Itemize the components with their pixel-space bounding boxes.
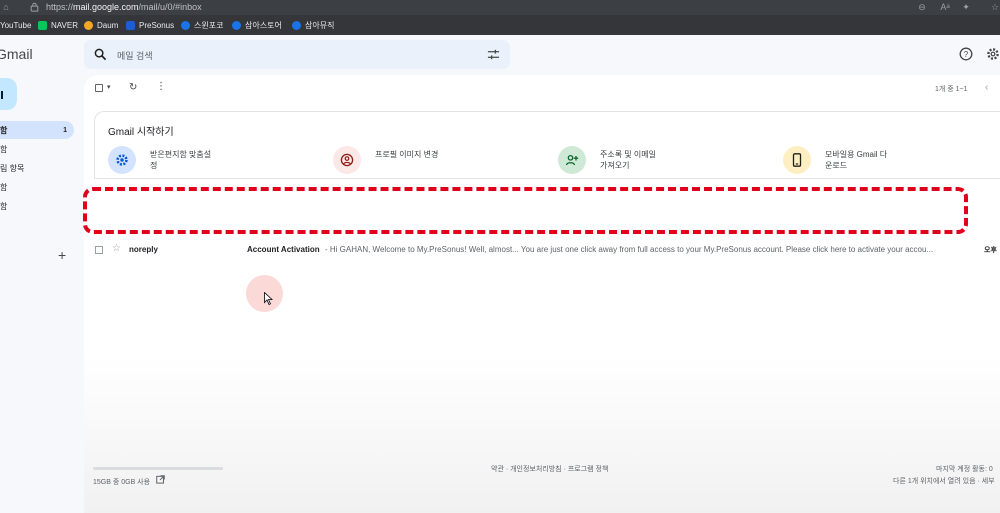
tile-icon-bg: [558, 146, 586, 174]
refresh-icon[interactable]: ↻: [129, 82, 137, 93]
email-snippet: - Hi GAHAN, Welcome to My.PreSonus! Well…: [325, 245, 934, 254]
bookmark-daum[interactable]: Daum: [84, 19, 118, 31]
naver-icon: [38, 20, 47, 30]
inbox-unread-count: 1: [63, 126, 67, 134]
bookmark-samah-store[interactable]: 삼아스토어: [232, 19, 282, 31]
search-icon[interactable]: [94, 48, 107, 61]
add-contact-icon: [565, 154, 579, 166]
bookmark-presonus[interactable]: PreSonus: [126, 19, 174, 31]
tile-label: 받은편지함 맞춤설 정: [150, 150, 212, 170]
reader-icon[interactable]: ⊖: [916, 1, 928, 13]
tile-icon-bg: [783, 146, 811, 174]
bookmarks-bar: YouTube NAVER Daum PreSonus 스윈포코 삼아스토어 삼…: [0, 15, 1000, 35]
search-input[interactable]: 메일 검색: [117, 49, 153, 62]
gmail-logo[interactable]: Gmail: [0, 46, 33, 62]
svg-text:?: ?: [964, 50, 969, 59]
tile-import-contacts[interactable]: 주소록 및 이메일 가져오기: [558, 146, 758, 176]
star-icon[interactable]: ☆: [112, 243, 121, 254]
open-locations-details[interactable]: 다른 1개 위치에서 열려 있음 · 세부: [893, 476, 995, 486]
chevron-left-icon[interactable]: ‹: [985, 82, 988, 93]
compose-pencil-icon: [1, 91, 3, 99]
pagination-text: 1개 중 1~1: [935, 86, 968, 93]
footer-policy-links[interactable]: 약관 · 개인정보처리방침 · 프로그램 정책: [491, 464, 608, 474]
getting-started-card: Gmail 시작하기 받은편지함 맞춤설 정 프로필 이미지 변경 주소록 및 …: [94, 111, 1000, 179]
tile-label: 모바일용 Gmail 다 운로드: [825, 150, 888, 170]
email-sender: noreply: [129, 245, 158, 254]
last-account-activity: 마지막 계정 활동: 0: [936, 466, 993, 473]
email-subject: Account Activation: [247, 245, 320, 254]
bookmark-swinpoko[interactable]: 스윈포코: [181, 19, 223, 31]
sidebar-item-3[interactable]: 림 항목: [0, 159, 74, 177]
select-dropdown-icon[interactable]: ▾: [107, 83, 111, 91]
browser-address-bar: ⌂ https://mail.google.com/mail/u/0/#inbo…: [0, 0, 1000, 15]
url-text[interactable]: https://mail.google.com/mail/u/0/#inbox: [46, 2, 202, 12]
translate-icon[interactable]: Aᵃ: [939, 1, 951, 13]
bookmark-naver[interactable]: NAVER: [38, 19, 78, 31]
tile-customize-inbox[interactable]: 받은편지함 맞춤설 정: [108, 146, 308, 176]
tile-label: 주소록 및 이메일 가져오기: [600, 150, 656, 170]
bookmark-samah-music[interactable]: 삼아뮤직: [292, 19, 334, 31]
presonus-icon: [126, 20, 135, 30]
globe-icon: [292, 20, 301, 30]
email-row[interactable]: ☆ noreply Account Activation - Hi GAHAN,…: [84, 238, 1000, 262]
settings-gear-icon[interactable]: [986, 47, 1000, 61]
select-all-checkbox[interactable]: [95, 84, 103, 92]
daum-icon: [84, 20, 93, 30]
external-link-icon[interactable]: [156, 475, 165, 484]
sidebar-item-5[interactable]: 함: [0, 197, 74, 215]
search-bar[interactable]: 메일 검색: [84, 40, 510, 69]
search-options-icon[interactable]: [487, 48, 500, 61]
email-time: 오후: [984, 247, 997, 254]
globe-icon: [181, 20, 190, 30]
storage-progress-bar: [93, 467, 223, 470]
globe-icon: [232, 20, 241, 30]
lock-icon: [30, 2, 39, 12]
email-row-checkbox[interactable]: [95, 246, 103, 254]
sidebar-item-4[interactable]: 함: [0, 178, 74, 196]
tile-label: 프로필 이미지 변경: [375, 150, 439, 159]
add-label-button[interactable]: +: [58, 247, 66, 263]
mouse-cursor-icon: [264, 292, 273, 305]
favorite-star-icon[interactable]: ☆: [989, 1, 1000, 13]
empty-area: [84, 355, 1000, 513]
help-icon[interactable]: ?: [959, 47, 973, 61]
more-options-icon[interactable]: ⋮: [156, 81, 166, 92]
sidebar-item-inbox[interactable]: 함1: [0, 121, 74, 139]
storage-usage-text[interactable]: 15GB 중 0GB 사용: [93, 477, 150, 487]
mail-list-panel: ▾ ↻ ⋮ 1개 중 1~1 ‹ Gmail 시작하기 받은편지함 맞춤설 정 …: [84, 75, 1000, 513]
profile-icon: [340, 153, 354, 167]
tile-change-profile-image[interactable]: 프로필 이미지 변경: [333, 146, 533, 176]
tile-icon-bg: [333, 146, 361, 174]
tile-download-mobile[interactable]: 모바일용 Gmail 다 운로드: [783, 146, 983, 176]
tile-icon-bg: [108, 146, 136, 174]
gmail-page: Gmail 함1 함 림 항목 함 함 + 메일 검색 ? ▾ ↻ ⋮ 1개 중…: [0, 35, 1000, 513]
mobile-icon: [792, 153, 802, 167]
home-icon[interactable]: ⌂: [0, 1, 12, 13]
sidebar-item-2[interactable]: 함: [0, 140, 74, 158]
getting-started-title: Gmail 시작하기: [108, 127, 174, 138]
bookmark-youtube[interactable]: YouTube: [0, 19, 31, 31]
extension-icon[interactable]: ✦: [960, 1, 972, 13]
gear-icon: [116, 154, 128, 166]
